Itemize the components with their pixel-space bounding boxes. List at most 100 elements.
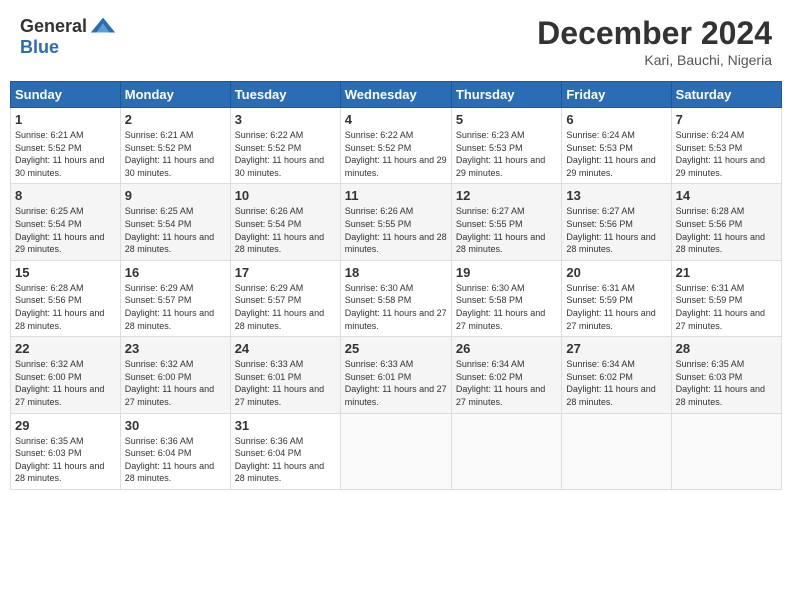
day-header-thursday: Thursday <box>451 82 561 108</box>
day-number: 15 <box>15 265 116 280</box>
calendar-cell <box>562 413 671 489</box>
calendar-cell: 20 Sunrise: 6:31 AMSunset: 5:59 PMDayligh… <box>562 260 671 336</box>
calendar-cell: 7 Sunrise: 6:24 AMSunset: 5:53 PMDaylight… <box>671 108 781 184</box>
day-number: 1 <box>15 112 116 127</box>
week-row-4: 22 Sunrise: 6:32 AMSunset: 6:00 PMDayligh… <box>11 337 782 413</box>
calendar-cell: 8 Sunrise: 6:25 AMSunset: 5:54 PMDaylight… <box>11 184 121 260</box>
day-info: Sunrise: 6:26 AMSunset: 5:54 PMDaylight:… <box>235 205 336 255</box>
calendar-cell: 27 Sunrise: 6:34 AMSunset: 6:02 PMDayligh… <box>562 337 671 413</box>
calendar-cell: 10 Sunrise: 6:26 AMSunset: 5:54 PMDayligh… <box>230 184 340 260</box>
day-number: 2 <box>125 112 226 127</box>
days-header-row: SundayMondayTuesdayWednesdayThursdayFrid… <box>11 82 782 108</box>
logo[interactable]: General Blue <box>20 15 117 58</box>
day-number: 24 <box>235 341 336 356</box>
day-number: 26 <box>456 341 557 356</box>
calendar-cell: 17 Sunrise: 6:29 AMSunset: 5:57 PMDayligh… <box>230 260 340 336</box>
day-info: Sunrise: 6:33 AMSunset: 6:01 PMDaylight:… <box>345 358 447 408</box>
day-header-tuesday: Tuesday <box>230 82 340 108</box>
day-number: 10 <box>235 188 336 203</box>
calendar-table: SundayMondayTuesdayWednesdayThursdayFrid… <box>10 81 782 490</box>
day-number: 31 <box>235 418 336 433</box>
calendar-cell: 16 Sunrise: 6:29 AMSunset: 5:57 PMDayligh… <box>120 260 230 336</box>
calendar-cell: 14Sunrise: 6:28 AMSunset: 5:56 PMDayligh… <box>671 184 781 260</box>
calendar-cell: 23 Sunrise: 6:32 AMSunset: 6:00 PMDayligh… <box>120 337 230 413</box>
day-info: Sunrise: 6:29 AMSunset: 5:57 PMDaylight:… <box>125 282 226 332</box>
week-row-3: 15 Sunrise: 6:28 AMSunset: 5:56 PMDayligh… <box>11 260 782 336</box>
day-header-sunday: Sunday <box>11 82 121 108</box>
calendar-cell: 2Sunrise: 6:21 AMSunset: 5:52 PMDaylight… <box>120 108 230 184</box>
day-number: 23 <box>125 341 226 356</box>
day-number: 30 <box>125 418 226 433</box>
title-section: December 2024 Kari, Bauchi, Nigeria <box>537 15 772 68</box>
day-number: 16 <box>125 265 226 280</box>
day-info: Sunrise: 6:30 AMSunset: 5:58 PMDaylight:… <box>345 282 447 332</box>
calendar-cell: 15 Sunrise: 6:28 AMSunset: 5:56 PMDayligh… <box>11 260 121 336</box>
page-header: General Blue December 2024 Kari, Bauchi,… <box>10 10 782 73</box>
day-info: Sunrise: 6:35 AMSunset: 6:03 PMDaylight:… <box>676 358 777 408</box>
day-header-saturday: Saturday <box>671 82 781 108</box>
day-info: Sunrise: 6:25 AMSunset: 5:54 PMDaylight:… <box>15 205 116 255</box>
day-info: Sunrise: 6:32 AMSunset: 6:00 PMDaylight:… <box>125 358 226 408</box>
day-info: Sunrise: 6:24 AMSunset: 5:53 PMDaylight:… <box>566 129 666 179</box>
day-info: Sunrise: 6:24 AMSunset: 5:53 PMDaylight:… <box>676 129 777 179</box>
calendar-cell: 30Sunrise: 6:36 AMSunset: 6:04 PMDayligh… <box>120 413 230 489</box>
calendar-cell: 29 Sunrise: 6:35 AMSunset: 6:03 PMDayligh… <box>11 413 121 489</box>
day-info: Sunrise: 6:29 AMSunset: 5:57 PMDaylight:… <box>235 282 336 332</box>
day-number: 29 <box>15 418 116 433</box>
day-number: 12 <box>456 188 557 203</box>
calendar-cell <box>340 413 451 489</box>
calendar-cell: 9Sunrise: 6:25 AMSunset: 5:54 PMDaylight… <box>120 184 230 260</box>
day-number: 17 <box>235 265 336 280</box>
calendar-cell: 18 Sunrise: 6:30 AMSunset: 5:58 PMDayligh… <box>340 260 451 336</box>
day-info: Sunrise: 6:27 AMSunset: 5:55 PMDaylight:… <box>456 205 557 255</box>
day-header-wednesday: Wednesday <box>340 82 451 108</box>
calendar-cell: 1 Sunrise: 6:21 AMSunset: 5:52 PMDaylight… <box>11 108 121 184</box>
logo-icon <box>89 15 117 37</box>
day-info: Sunrise: 6:26 AMSunset: 5:55 PMDaylight:… <box>345 205 447 255</box>
day-info: Sunrise: 6:31 AMSunset: 5:59 PMDaylight:… <box>676 282 777 332</box>
day-info: Sunrise: 6:30 AMSunset: 5:58 PMDaylight:… <box>456 282 557 332</box>
week-row-5: 29 Sunrise: 6:35 AMSunset: 6:03 PMDayligh… <box>11 413 782 489</box>
location: Kari, Bauchi, Nigeria <box>537 52 772 68</box>
calendar-cell: 31 Sunrise: 6:36 AMSunset: 6:04 PMDayligh… <box>230 413 340 489</box>
calendar-cell: 22Sunrise: 6:32 AMSunset: 6:00 PMDayligh… <box>11 337 121 413</box>
logo-general-text: General <box>20 16 87 37</box>
day-info: Sunrise: 6:33 AMSunset: 6:01 PMDaylight:… <box>235 358 336 408</box>
day-number: 8 <box>15 188 116 203</box>
day-number: 9 <box>125 188 226 203</box>
day-info: Sunrise: 6:28 AMSunset: 5:56 PMDaylight:… <box>15 282 116 332</box>
calendar-cell: 28 Sunrise: 6:35 AMSunset: 6:03 PMDayligh… <box>671 337 781 413</box>
day-number: 19 <box>456 265 557 280</box>
calendar-cell: 12 Sunrise: 6:27 AMSunset: 5:55 PMDayligh… <box>451 184 561 260</box>
day-info: Sunrise: 6:31 AMSunset: 5:59 PMDaylight:… <box>566 282 666 332</box>
logo-blue-text: Blue <box>20 37 59 58</box>
calendar-cell: 13Sunrise: 6:27 AMSunset: 5:56 PMDayligh… <box>562 184 671 260</box>
day-number: 3 <box>235 112 336 127</box>
day-info: Sunrise: 6:36 AMSunset: 6:04 PMDaylight:… <box>235 435 336 485</box>
day-number: 22 <box>15 341 116 356</box>
month-title: December 2024 <box>537 15 772 52</box>
week-row-2: 8 Sunrise: 6:25 AMSunset: 5:54 PMDaylight… <box>11 184 782 260</box>
day-info: Sunrise: 6:34 AMSunset: 6:02 PMDaylight:… <box>566 358 666 408</box>
week-row-1: 1 Sunrise: 6:21 AMSunset: 5:52 PMDaylight… <box>11 108 782 184</box>
calendar-cell <box>451 413 561 489</box>
day-number: 28 <box>676 341 777 356</box>
day-number: 6 <box>566 112 666 127</box>
day-info: Sunrise: 6:23 AMSunset: 5:53 PMDaylight:… <box>456 129 557 179</box>
day-header-monday: Monday <box>120 82 230 108</box>
day-number: 25 <box>345 341 447 356</box>
day-number: 27 <box>566 341 666 356</box>
calendar-cell: 19 Sunrise: 6:30 AMSunset: 5:58 PMDayligh… <box>451 260 561 336</box>
day-info: Sunrise: 6:22 AMSunset: 5:52 PMDaylight:… <box>345 129 447 179</box>
day-info: Sunrise: 6:28 AMSunset: 5:56 PMDaylight:… <box>676 205 777 255</box>
day-number: 4 <box>345 112 447 127</box>
day-number: 7 <box>676 112 777 127</box>
calendar-cell: 24 Sunrise: 6:33 AMSunset: 6:01 PMDayligh… <box>230 337 340 413</box>
day-number: 20 <box>566 265 666 280</box>
day-number: 11 <box>345 188 447 203</box>
day-info: Sunrise: 6:21 AMSunset: 5:52 PMDaylight:… <box>15 129 116 179</box>
day-number: 13 <box>566 188 666 203</box>
day-number: 18 <box>345 265 447 280</box>
day-info: Sunrise: 6:35 AMSunset: 6:03 PMDaylight:… <box>15 435 116 485</box>
calendar-cell <box>671 413 781 489</box>
